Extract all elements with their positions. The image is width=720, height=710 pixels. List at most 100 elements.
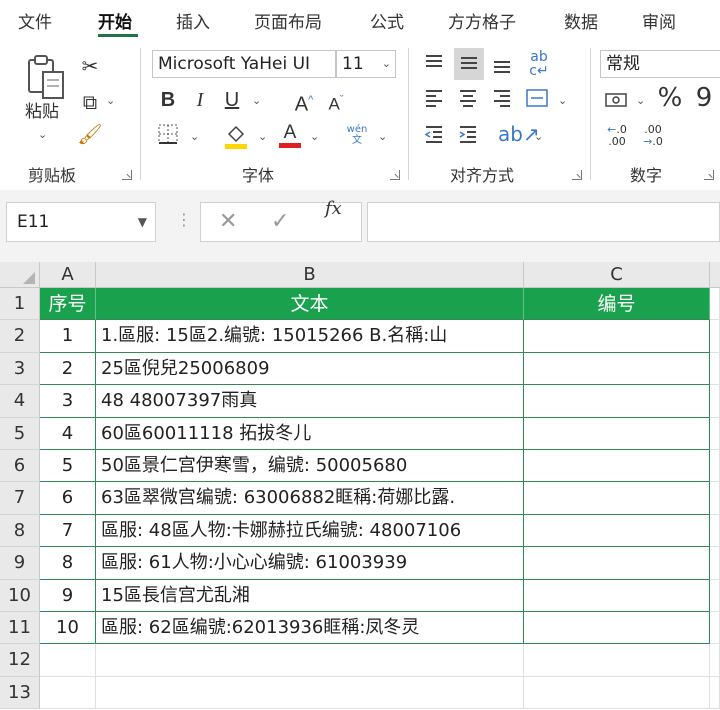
align-bottom-icon[interactable]	[490, 54, 514, 79]
code-cell[interactable]	[524, 579, 710, 612]
row-header[interactable]: 4	[0, 385, 40, 418]
decrease-decimal-icon[interactable]: .00 →.0	[638, 124, 668, 148]
row-header[interactable]: 9	[0, 547, 40, 580]
seq-cell[interactable]: 4	[40, 417, 96, 450]
code-cell[interactable]	[524, 612, 710, 645]
align-center-icon[interactable]	[456, 88, 480, 113]
cell[interactable]	[710, 579, 720, 612]
text-cell[interactable]: 25區倪兒25006809	[96, 352, 524, 386]
text-cell[interactable]: 區服: 61人物:小心心编號: 61003939	[96, 547, 524, 580]
increase-indent-icon[interactable]	[456, 124, 480, 149]
cell[interactable]	[710, 644, 720, 677]
merge-chevron-icon[interactable]: ⌄	[558, 94, 567, 107]
tab-home[interactable]: 开始	[98, 8, 132, 33]
code-cell[interactable]	[524, 417, 710, 450]
text-cell[interactable]: 區服: 62區编號:62013936眶稱:凤冬灵	[96, 612, 524, 645]
row-header[interactable]: 3	[0, 352, 40, 386]
select-all-button[interactable]	[0, 262, 40, 288]
align-right-icon[interactable]	[490, 88, 514, 113]
cell[interactable]	[524, 676, 710, 710]
align-top-icon[interactable]	[422, 52, 446, 77]
underline-chevron-icon[interactable]: ⌄	[252, 94, 261, 107]
code-cell[interactable]	[524, 352, 710, 386]
seq-cell[interactable]: 10	[40, 612, 96, 645]
code-cell[interactable]	[524, 547, 710, 580]
comma-style-icon[interactable]: 9	[690, 85, 718, 111]
borders-chevron-icon[interactable]: ⌄	[190, 130, 199, 143]
clipboard-launcher-icon[interactable]	[122, 170, 132, 180]
code-cell[interactable]	[524, 385, 710, 418]
cancel-icon[interactable]: ✕	[219, 209, 237, 234]
more-options-icon[interactable]: ⋮	[176, 210, 192, 229]
cut-icon[interactable]: ✂	[76, 54, 104, 78]
text-cell[interactable]: 區服: 48區人物:卡娜赫拉氏编號: 48007106	[96, 514, 524, 548]
cell[interactable]	[710, 288, 720, 321]
align-middle-icon[interactable]	[454, 48, 484, 80]
cell[interactable]	[96, 644, 524, 677]
seq-cell[interactable]: 6	[40, 482, 96, 515]
orientation-chevron-icon[interactable]: ⌄	[534, 130, 543, 143]
cell[interactable]	[710, 450, 720, 483]
format-painter-icon[interactable]: 🖌	[76, 122, 104, 146]
fill-color-chevron-icon[interactable]: ⌄	[258, 130, 267, 143]
font-name-combo[interactable]: Microsoft YaHei UI	[152, 50, 336, 78]
column-header-a[interactable]: A	[40, 262, 96, 288]
tab-formulas[interactable]: 公式	[370, 8, 404, 33]
increase-font-icon[interactable]: A^	[290, 88, 318, 117]
number-launcher-icon[interactable]	[704, 170, 714, 180]
text-cell[interactable]: 48 48007397雨真	[96, 385, 524, 418]
copy-icon[interactable]: ⧉	[76, 90, 104, 114]
seq-cell[interactable]: 3	[40, 385, 96, 418]
text-cell[interactable]: 1.區服: 15區2.编號: 15015266 B.名稱:山	[96, 320, 524, 353]
phonetic-icon[interactable]: wén 文	[344, 124, 370, 146]
enter-icon[interactable]: ✓	[271, 209, 289, 234]
decrease-indent-icon[interactable]	[422, 124, 446, 149]
table-header-cell[interactable]: 序号	[40, 288, 96, 321]
tab-page-layout[interactable]: 页面布局	[254, 8, 322, 33]
increase-decimal-icon[interactable]: ←.0.00	[602, 124, 632, 148]
orientation-icon[interactable]: ab↗	[498, 122, 540, 146]
insert-function-icon[interactable]: fx	[325, 198, 342, 219]
cell[interactable]	[710, 352, 720, 386]
cell[interactable]	[40, 676, 96, 710]
row-header[interactable]: 11	[0, 612, 40, 645]
fill-color-icon[interactable]	[222, 122, 250, 155]
name-box[interactable]: E11 ▼	[6, 202, 156, 242]
wrap-text-icon[interactable]: ab c↵	[526, 50, 552, 78]
font-launcher-icon[interactable]	[390, 170, 400, 180]
text-cell[interactable]: 63區翠微宫编號: 63006882眶稱:荷娜比露.	[96, 482, 524, 515]
cell[interactable]	[40, 644, 96, 677]
merge-center-icon[interactable]	[524, 88, 550, 113]
accounting-chevron-icon[interactable]: ⌄	[636, 94, 645, 107]
paste-dropdown-chevron-icon[interactable]: ⌄	[38, 128, 47, 141]
font-color-icon[interactable]: A	[276, 120, 304, 155]
tab-data[interactable]: 数据	[564, 8, 598, 33]
row-header[interactable]: 13	[0, 676, 40, 710]
cell[interactable]	[710, 514, 720, 548]
table-header-cell[interactable]: 文本	[96, 288, 524, 321]
row-header[interactable]: 1	[0, 288, 40, 321]
font-color-chevron-icon[interactable]: ⌄	[310, 130, 319, 143]
seq-cell[interactable]: 7	[40, 514, 96, 548]
row-header[interactable]: 6	[0, 450, 40, 483]
cell[interactable]	[710, 482, 720, 515]
paste-icon[interactable]	[22, 54, 68, 100]
tab-file[interactable]: 文件	[18, 8, 52, 33]
seq-cell[interactable]: 8	[40, 547, 96, 580]
copy-chevron-icon[interactable]: ⌄	[106, 94, 115, 107]
alignment-launcher-icon[interactable]	[572, 170, 582, 180]
tab-fangfang[interactable]: 方方格子	[448, 8, 516, 33]
font-size-combo[interactable]: 11 ⌄	[336, 50, 396, 78]
cell[interactable]	[710, 676, 720, 710]
number-format-combo[interactable]: 常规	[600, 50, 720, 78]
accounting-format-icon[interactable]	[602, 90, 630, 115]
row-header[interactable]: 8	[0, 514, 40, 548]
align-left-icon[interactable]	[422, 88, 446, 113]
italic-icon[interactable]: I	[188, 88, 212, 112]
code-cell[interactable]	[524, 514, 710, 548]
column-header-b[interactable]: B	[96, 262, 524, 288]
decrease-font-icon[interactable]: Aˇ	[322, 88, 350, 117]
cell[interactable]	[710, 417, 720, 450]
phonetic-chevron-icon[interactable]: ⌄	[378, 130, 387, 143]
underline-icon[interactable]: U	[220, 88, 244, 112]
